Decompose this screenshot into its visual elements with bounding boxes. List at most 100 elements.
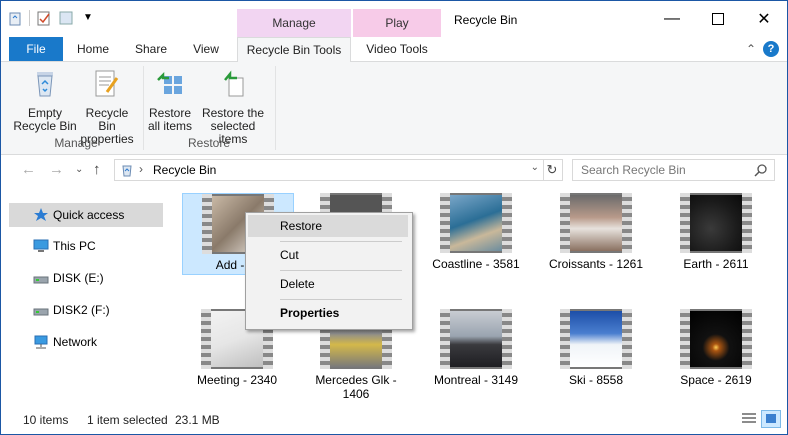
maximize-button[interactable] <box>695 1 741 37</box>
empty-label-line2: Recycle Bin <box>13 119 77 133</box>
collapse-ribbon-icon[interactable]: ⌃ <box>741 37 761 61</box>
nav-item-disk-e[interactable]: DISK (E:) <box>9 266 163 290</box>
maximize-icon <box>712 13 724 25</box>
file-label: Meeting - 2340 <box>196 373 278 387</box>
properties-icon[interactable] <box>36 10 52 26</box>
ribbon-separator <box>143 66 144 150</box>
nav-item-this-pc[interactable]: This PC <box>9 234 163 258</box>
file-label: Earth - 2611 <box>683 257 749 271</box>
menu-label: Delete <box>280 277 315 291</box>
video-thumbnail <box>440 193 512 253</box>
recent-locations-icon[interactable]: ⌄ <box>75 164 83 175</box>
drive-icon <box>33 308 49 316</box>
nav-label: DISK2 (F:) <box>53 303 110 317</box>
empty-bin-icon <box>37 72 53 97</box>
menu-separator <box>280 241 402 242</box>
new-folder-icon[interactable] <box>58 10 74 26</box>
title-bar: ▼ Manage Play Recycle Bin — ✕ <box>1 1 787 37</box>
explorer-window: ▼ Manage Play Recycle Bin — ✕ File Home … <box>0 0 788 435</box>
help-icon[interactable]: ? <box>763 41 779 57</box>
tab-file[interactable]: File <box>9 37 63 61</box>
address-dropdown-icon[interactable]: ⌄ <box>531 162 539 173</box>
drive-icon <box>33 276 49 284</box>
video-thumbnail <box>440 309 512 369</box>
ribbon-tabs: File Home Share View Recycle Bin Tools V… <box>1 37 787 62</box>
file-item-ski[interactable]: Ski - 8558 <box>541 309 651 399</box>
large-icons-view-icon[interactable] <box>761 410 781 428</box>
search-input[interactable]: Search Recycle Bin <box>572 159 775 181</box>
navigation-bar: ← → ⌄ ↑ › Recycle Bin ⌄ ↻ Search Recycle… <box>1 155 787 185</box>
quick-access-toolbar: ▼ <box>7 10 96 26</box>
bin-properties-icon <box>95 70 119 97</box>
menu-label: Properties <box>280 306 340 320</box>
nav-item-disk2-f[interactable]: DISK2 (F:) <box>9 298 163 322</box>
menu-label: Cut <box>280 248 299 262</box>
menu-label: Restore <box>280 219 323 233</box>
nav-item-network[interactable]: Network <box>9 330 163 354</box>
menu-separator <box>280 299 402 300</box>
selection-info: 1 item selected <box>87 413 168 427</box>
star-icon <box>34 208 48 221</box>
tab-recycle-bin-tools[interactable]: Recycle Bin Tools <box>237 37 351 62</box>
nav-item-quick-access[interactable]: Quick access <box>9 203 163 227</box>
file-label: Ski - 8558 <box>568 373 624 387</box>
file-item-croissants[interactable]: Croissants - 1261 <box>541 193 651 273</box>
recycle-bin-icon <box>122 165 132 177</box>
search-placeholder: Search Recycle Bin <box>581 163 686 177</box>
restore-all-label-line2: all items <box>147 119 192 133</box>
file-label: Croissants - 1261 <box>548 257 644 271</box>
restore-group-label: Restore <box>187 136 231 150</box>
selection-size: 23.1 MB <box>175 413 220 427</box>
menu-separator <box>280 270 402 271</box>
file-item-montreal[interactable]: Montreal - 3149 <box>421 309 531 399</box>
file-item-coastline[interactable]: Coastline - 3581 <box>421 193 531 273</box>
forward-arrow-icon[interactable]: → <box>49 161 64 178</box>
video-thumbnail <box>560 193 632 253</box>
recycle-bin-icon <box>9 12 21 26</box>
play-context-group: Play <box>353 9 441 37</box>
tab-share[interactable]: Share <box>125 37 177 61</box>
recycle-bin-properties-button[interactable]: Recycle Bin properties <box>77 68 137 146</box>
qat-separator <box>29 10 30 26</box>
props-label-line1: Recycle Bin <box>85 106 129 133</box>
menu-item-restore[interactable]: Restore <box>248 215 408 237</box>
menu-item-cut[interactable]: Cut <box>248 244 408 266</box>
file-item-space[interactable]: Space - 2619 <box>661 309 771 399</box>
minimize-button[interactable]: — <box>649 1 695 37</box>
file-item-earth[interactable]: Earth - 2611 <box>661 193 771 273</box>
nav-label: Quick access <box>53 208 125 222</box>
restore-all-items-button[interactable]: Restore all items <box>147 68 193 133</box>
nav-label: Network <box>53 335 98 349</box>
ribbon: Empty Recycle Bin Recycle Bin properties… <box>1 62 787 155</box>
menu-item-delete[interactable]: Delete <box>248 273 408 295</box>
file-label: Space - 2619 <box>680 373 752 387</box>
close-button[interactable]: ✕ <box>741 1 787 37</box>
search-icon <box>754 164 767 177</box>
refresh-button[interactable]: ↻ <box>542 159 563 181</box>
navigation-pane: Quick access This PC DISK (E:) DISK2 (F:… <box>1 191 171 401</box>
customize-qat-icon[interactable]: ▼ <box>80 10 96 26</box>
details-view-icon[interactable] <box>739 410 759 428</box>
address-bar[interactable]: › Recycle Bin ⌄ <box>114 159 544 181</box>
tab-view[interactable]: View <box>183 37 229 61</box>
breadcrumb-chevron-icon[interactable]: › <box>139 162 143 176</box>
address-path[interactable]: Recycle Bin <box>153 163 216 177</box>
back-arrow-icon[interactable]: ← <box>21 161 36 178</box>
window-title: Recycle Bin <box>454 13 518 27</box>
tab-home[interactable]: Home <box>69 37 117 61</box>
manage-group-label: Manage <box>54 136 98 150</box>
network-icon <box>34 335 48 349</box>
menu-item-properties[interactable]: Properties <box>248 302 408 324</box>
video-thumbnail <box>680 193 752 253</box>
tab-video-tools[interactable]: Video Tools <box>355 37 439 61</box>
status-bar: 10 items 1 item selected 23.1 MB <box>1 407 787 433</box>
ribbon-separator <box>275 66 276 150</box>
restore-all-icon <box>157 71 182 94</box>
manage-context-group: Manage <box>237 9 351 37</box>
video-thumbnail <box>560 309 632 369</box>
up-arrow-icon[interactable]: ↑ <box>93 161 101 178</box>
empty-recycle-bin-button[interactable]: Empty Recycle Bin <box>13 68 77 133</box>
video-thumbnail <box>680 309 752 369</box>
restore-selected-items-button[interactable]: Restore the selected items <box>195 68 271 146</box>
file-label: Montreal - 3149 <box>433 373 519 387</box>
